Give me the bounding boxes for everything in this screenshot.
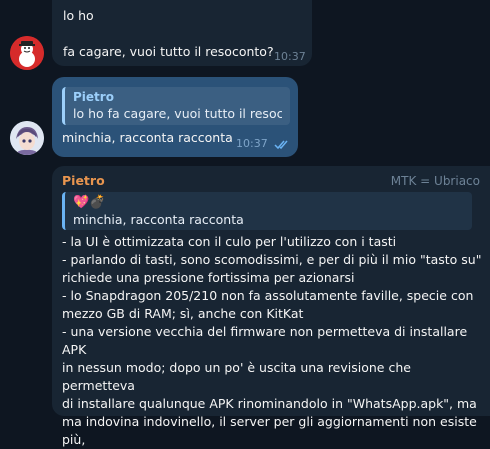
message-text: lo ho (63, 8, 94, 23)
reply-author: Pietro (73, 90, 114, 104)
message-body: - la UI è ottimizzata con il culo per l'… (62, 233, 482, 449)
message-line: di installare qualunque APK rinominandol… (62, 396, 477, 411)
message-line: mezzo GB di RAM; sì, anche con KitKat (62, 306, 304, 321)
message-line: in nessun modo; dopo un po' è uscita una… (62, 360, 415, 393)
sender-tag: MTK = Ubriaco (390, 174, 480, 188)
message-time: 10:37 (236, 137, 268, 150)
message-time: 10:37 (274, 50, 306, 63)
double-check-icon (274, 136, 292, 155)
message-text: fa cagare, vuoi tutto il resoconto? (63, 44, 274, 59)
avatar-user[interactable] (10, 121, 44, 155)
message-bubble[interactable]: Pietro MTK = Ubriaco 💖💣 minchia, raccont… (52, 166, 490, 447)
message-line: richiede una pressione fortissima per az… (62, 270, 355, 285)
reply-text: minchia, racconta racconta (73, 212, 244, 227)
reply-preview[interactable]: Pietro lo ho fa cagare, vuoi tutto il re… (62, 87, 290, 125)
anime-avatar-icon (10, 121, 44, 155)
message-text: minchia, racconta racconta (62, 130, 233, 145)
message-bubble-outgoing[interactable]: Pietro lo ho fa cagare, vuoi tutto il re… (52, 77, 298, 157)
reply-text: lo ho fa cagare, vuoi tutto il resoc... (73, 106, 282, 121)
message-line: - una versione vecchia del firmware non … (62, 324, 472, 357)
reply-emoji: 💖💣 (73, 195, 106, 210)
message-line: - la UI è ottimizzata con il culo per l'… (62, 234, 397, 249)
message-line: - parlando di tasti, sono scomodissimi, … (62, 252, 482, 267)
reply-preview[interactable]: 💖💣 minchia, racconta racconta (62, 192, 472, 230)
avatar-snowman[interactable] (10, 36, 44, 70)
sender-name[interactable]: Pietro (62, 173, 105, 188)
message-bubble[interactable]: lo ho fa cagare, vuoi tutto il resoconto… (52, 0, 312, 66)
message-line: - lo Snapdragon 205/210 non fa assolutam… (62, 288, 474, 303)
message-line: ma indovina indovinello, il server per g… (62, 414, 481, 447)
snowman-icon (10, 36, 44, 70)
